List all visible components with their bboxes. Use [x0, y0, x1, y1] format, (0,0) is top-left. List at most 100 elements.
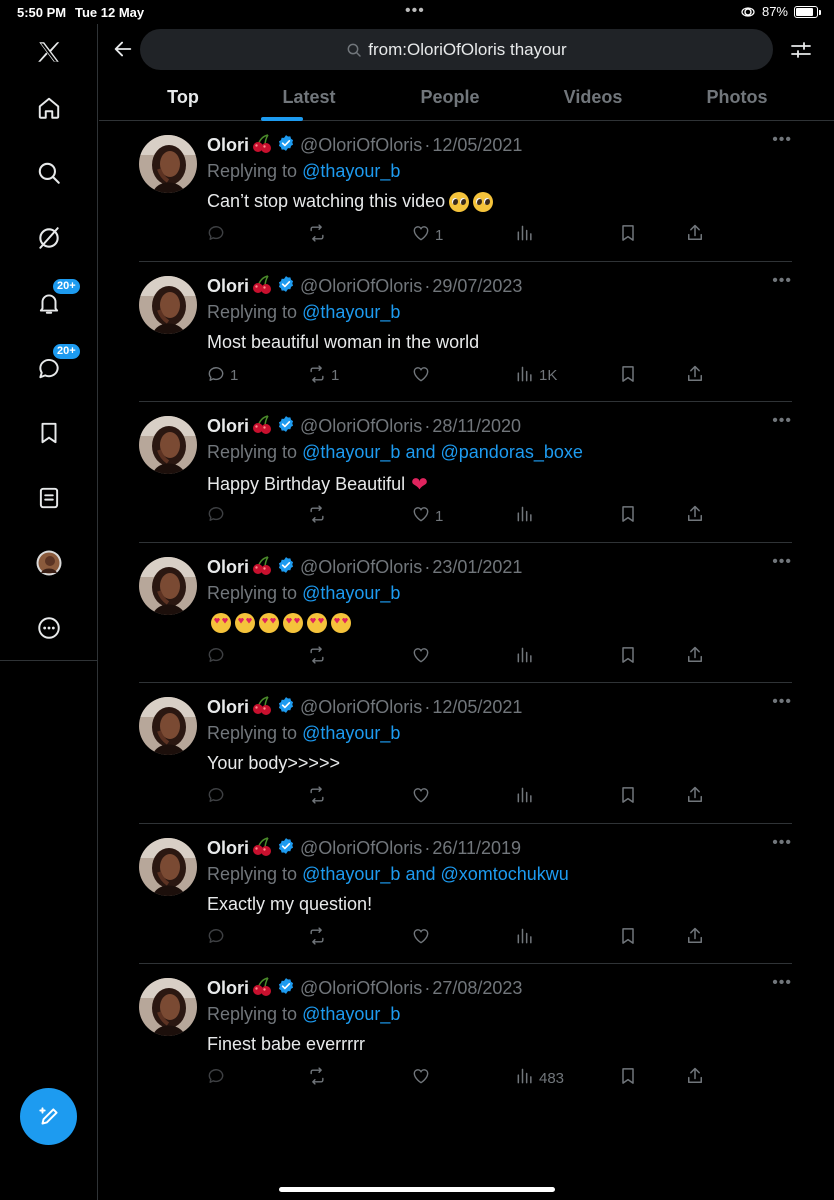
user-handle[interactable]: @OloriOfOloris — [300, 978, 422, 999]
more-options-icon[interactable]: ••• — [772, 834, 792, 852]
repost-button[interactable] — [307, 1066, 331, 1090]
reply-button[interactable]: 1 — [206, 364, 238, 388]
repost-button[interactable]: 1 — [307, 364, 339, 388]
mention-link[interactable]: @thayour_b — [302, 864, 400, 884]
tweet[interactable]: Olori @OloriOfOloris · 28/11/2020 ••• Re… — [99, 402, 834, 543]
bookmark-button[interactable] — [618, 785, 638, 809]
repost-button[interactable] — [307, 504, 331, 528]
reply-button[interactable] — [206, 223, 230, 247]
tweet[interactable]: Olori @OloriOfOloris · 29/07/2023 ••• Re… — [99, 262, 834, 402]
views-button[interactable]: 483 — [515, 1066, 564, 1090]
tab-videos[interactable]: Videos — [564, 87, 623, 108]
views-button[interactable] — [515, 504, 539, 528]
display-name[interactable]: Olori — [207, 557, 249, 578]
share-button[interactable] — [685, 645, 705, 669]
tweet[interactable]: Olori @OloriOfOloris · 12/05/2021 ••• Re… — [99, 121, 834, 262]
bookmark-button[interactable] — [618, 504, 638, 528]
tweet[interactable]: Olori @OloriOfOloris · 12/05/2021 ••• Re… — [99, 683, 834, 824]
search-input[interactable]: from:OloriOfOloris thayour — [140, 29, 773, 70]
profile-avatar[interactable] — [32, 546, 66, 580]
avatar[interactable] — [139, 135, 197, 193]
tweet[interactable]: Olori @OloriOfOloris · 23/01/2021 ••• Re… — [99, 543, 834, 683]
reply-button[interactable] — [206, 645, 230, 669]
tab-people[interactable]: People — [420, 87, 479, 108]
more-options-icon[interactable]: ••• — [772, 412, 792, 430]
share-button[interactable] — [685, 785, 705, 809]
user-handle[interactable]: @OloriOfOloris — [300, 697, 422, 718]
x-logo-icon[interactable] — [32, 35, 66, 69]
views-button[interactable]: 1K — [515, 364, 557, 388]
bookmark-button[interactable] — [618, 364, 638, 388]
tweet-date[interactable]: 28/11/2020 — [432, 416, 521, 437]
display-name[interactable]: Olori — [207, 276, 249, 297]
user-handle[interactable]: @OloriOfOloris — [300, 416, 422, 437]
repost-button[interactable] — [307, 926, 331, 950]
bookmark-button[interactable] — [618, 926, 638, 950]
search-filters-button[interactable] — [789, 38, 813, 62]
like-button[interactable] — [411, 364, 435, 388]
mention-link[interactable]: @thayour_b — [302, 723, 400, 743]
mention-link[interactable]: @thayour_b — [302, 583, 400, 603]
avatar[interactable] — [139, 978, 197, 1036]
display-name[interactable]: Olori — [207, 697, 249, 718]
avatar[interactable] — [139, 556, 197, 615]
tab-latest[interactable]: Latest — [282, 87, 335, 108]
tweet[interactable]: Olori @OloriOfOloris · 26/11/2019 ••• Re… — [99, 824, 834, 964]
user-handle[interactable]: @OloriOfOloris — [300, 838, 422, 859]
mention-link[interactable]: @pandoras_boxe — [441, 442, 583, 462]
more-options-icon[interactable]: ••• — [772, 131, 792, 149]
bookmark-icon[interactable] — [32, 416, 66, 450]
back-button[interactable] — [110, 36, 136, 62]
like-button[interactable] — [411, 785, 435, 809]
user-handle[interactable]: @OloriOfOloris — [300, 135, 422, 156]
grok-icon[interactable] — [32, 221, 66, 255]
more-options-icon[interactable]: ••• — [772, 974, 792, 992]
user-handle[interactable]: @OloriOfOloris — [300, 557, 422, 578]
avatar[interactable] — [139, 275, 197, 334]
bookmark-button[interactable] — [618, 1066, 638, 1090]
reply-button[interactable] — [206, 926, 230, 950]
tweet-date[interactable]: 29/07/2023 — [432, 276, 522, 297]
mention-link[interactable]: @thayour_b — [302, 442, 400, 462]
reply-button[interactable] — [206, 785, 230, 809]
repost-button[interactable] — [307, 785, 331, 809]
user-handle[interactable]: @OloriOfOloris — [300, 276, 422, 297]
avatar[interactable] — [139, 837, 197, 896]
display-name[interactable]: Olori — [207, 135, 249, 156]
like-button[interactable] — [411, 1066, 435, 1090]
multitasking-dots-icon[interactable]: ••• — [405, 2, 425, 20]
notifications-bell-icon[interactable]: 20+ — [32, 278, 81, 320]
tweet-date[interactable]: 12/05/2021 — [432, 135, 522, 156]
tweet-date[interactable]: 12/05/2021 — [432, 697, 522, 718]
tweet-date[interactable]: 23/01/2021 — [432, 557, 522, 578]
display-name[interactable]: Olori — [207, 838, 249, 859]
avatar[interactable] — [139, 416, 197, 474]
tab-top[interactable]: Top — [167, 87, 199, 108]
more-options-icon[interactable]: ••• — [772, 553, 792, 571]
compose-button[interactable] — [20, 1088, 77, 1145]
share-button[interactable] — [685, 223, 705, 247]
home-icon[interactable] — [32, 91, 66, 125]
lists-icon[interactable] — [32, 481, 66, 515]
tweet-date[interactable]: 26/11/2019 — [432, 838, 521, 859]
reply-button[interactable] — [206, 1066, 230, 1090]
tweet-date[interactable]: 27/08/2023 — [432, 978, 522, 999]
more-circle-icon[interactable] — [32, 611, 66, 645]
reply-button[interactable] — [206, 504, 230, 528]
bookmark-button[interactable] — [618, 223, 638, 247]
more-options-icon[interactable]: ••• — [772, 693, 792, 711]
tweet[interactable]: Olori @OloriOfOloris · 27/08/2023 ••• Re… — [99, 964, 834, 1105]
mention-link[interactable]: @xomtochukwu — [441, 864, 569, 884]
mention-link[interactable]: @thayour_b — [302, 161, 400, 181]
share-button[interactable] — [685, 926, 705, 950]
tab-photos[interactable]: Photos — [707, 87, 768, 108]
repost-button[interactable] — [307, 645, 331, 669]
display-name[interactable]: Olori — [207, 978, 249, 999]
avatar[interactable] — [139, 697, 197, 755]
views-button[interactable] — [515, 785, 539, 809]
views-button[interactable] — [515, 223, 539, 247]
like-button[interactable] — [411, 926, 435, 950]
mention-link[interactable]: @thayour_b — [302, 302, 400, 322]
share-button[interactable] — [685, 1066, 705, 1090]
share-button[interactable] — [685, 364, 705, 388]
